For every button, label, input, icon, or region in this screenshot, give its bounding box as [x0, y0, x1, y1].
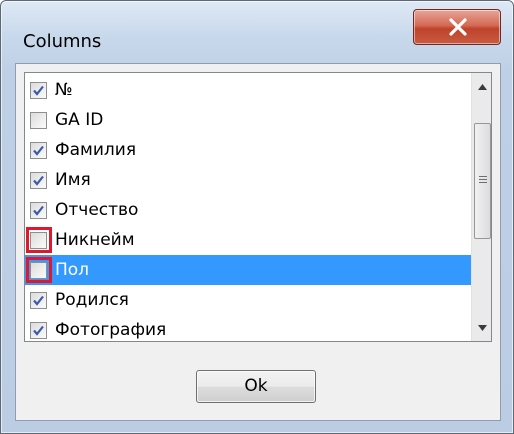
- list-item-label: Отчество: [55, 200, 139, 220]
- ok-button[interactable]: Ok: [196, 370, 316, 403]
- columns-dialog: Columns № GA ID Фамилия Имя Отчество Ник…: [0, 0, 514, 434]
- vertical-scrollbar[interactable]: [471, 73, 491, 341]
- dialog-body: № GA ID Фамилия Имя Отчество Никнейм Пол…: [15, 63, 501, 421]
- list-item-label: GA ID: [55, 110, 104, 130]
- list-item[interactable]: Имя: [25, 165, 471, 195]
- list-item-label: Пол: [55, 260, 90, 280]
- scroll-up-button[interactable]: [472, 75, 491, 97]
- list-item[interactable]: Родился: [25, 285, 471, 315]
- checkbox-rodilsya[interactable]: [30, 292, 47, 309]
- scroll-down-button[interactable]: [472, 317, 491, 339]
- list-item[interactable]: №: [25, 75, 471, 105]
- list-item[interactable]: GA ID: [25, 105, 471, 135]
- list-item[interactable]: Отчество: [25, 195, 471, 225]
- checkmark-icon: [33, 295, 44, 306]
- list-item-label: Имя: [55, 170, 91, 190]
- checkmark-icon: [33, 85, 44, 96]
- list-item-label: Фамилия: [55, 140, 137, 160]
- list-item-label: Фотография: [55, 320, 167, 340]
- close-x-icon: [449, 18, 467, 36]
- list-item-label: Никнейм: [55, 230, 135, 250]
- list-item[interactable]: Фамилия: [25, 135, 471, 165]
- list-item[interactable]: Фотография: [25, 315, 471, 341]
- checkmark-icon: [33, 145, 44, 156]
- checkmark-icon: [33, 325, 44, 336]
- scroll-thumb[interactable]: [474, 123, 491, 239]
- checkbox-otchestvo[interactable]: [30, 202, 47, 219]
- close-button[interactable]: [413, 9, 501, 45]
- arrow-up-icon: [478, 84, 487, 90]
- checkmark-icon: [33, 205, 44, 216]
- checkbox-familiya[interactable]: [30, 142, 47, 159]
- checkbox-foto[interactable]: [30, 322, 47, 339]
- dialog-title: Columns: [23, 31, 102, 52]
- checkbox-ga-id[interactable]: [30, 112, 47, 129]
- checkbox-no[interactable]: [30, 82, 47, 99]
- list-item-label: №: [55, 80, 73, 100]
- checkmark-icon: [33, 175, 44, 186]
- list-item[interactable]: Никнейм: [25, 225, 471, 255]
- highlight-box-nickname: [26, 227, 52, 253]
- list-item-label: Родился: [55, 290, 129, 310]
- list-item-selected[interactable]: Пол: [25, 255, 471, 285]
- columns-listbox[interactable]: № GA ID Фамилия Имя Отчество Никнейм Пол…: [24, 72, 492, 342]
- checkbox-imya[interactable]: [30, 172, 47, 189]
- highlight-box-pol: [26, 257, 52, 283]
- arrow-down-icon: [478, 325, 487, 331]
